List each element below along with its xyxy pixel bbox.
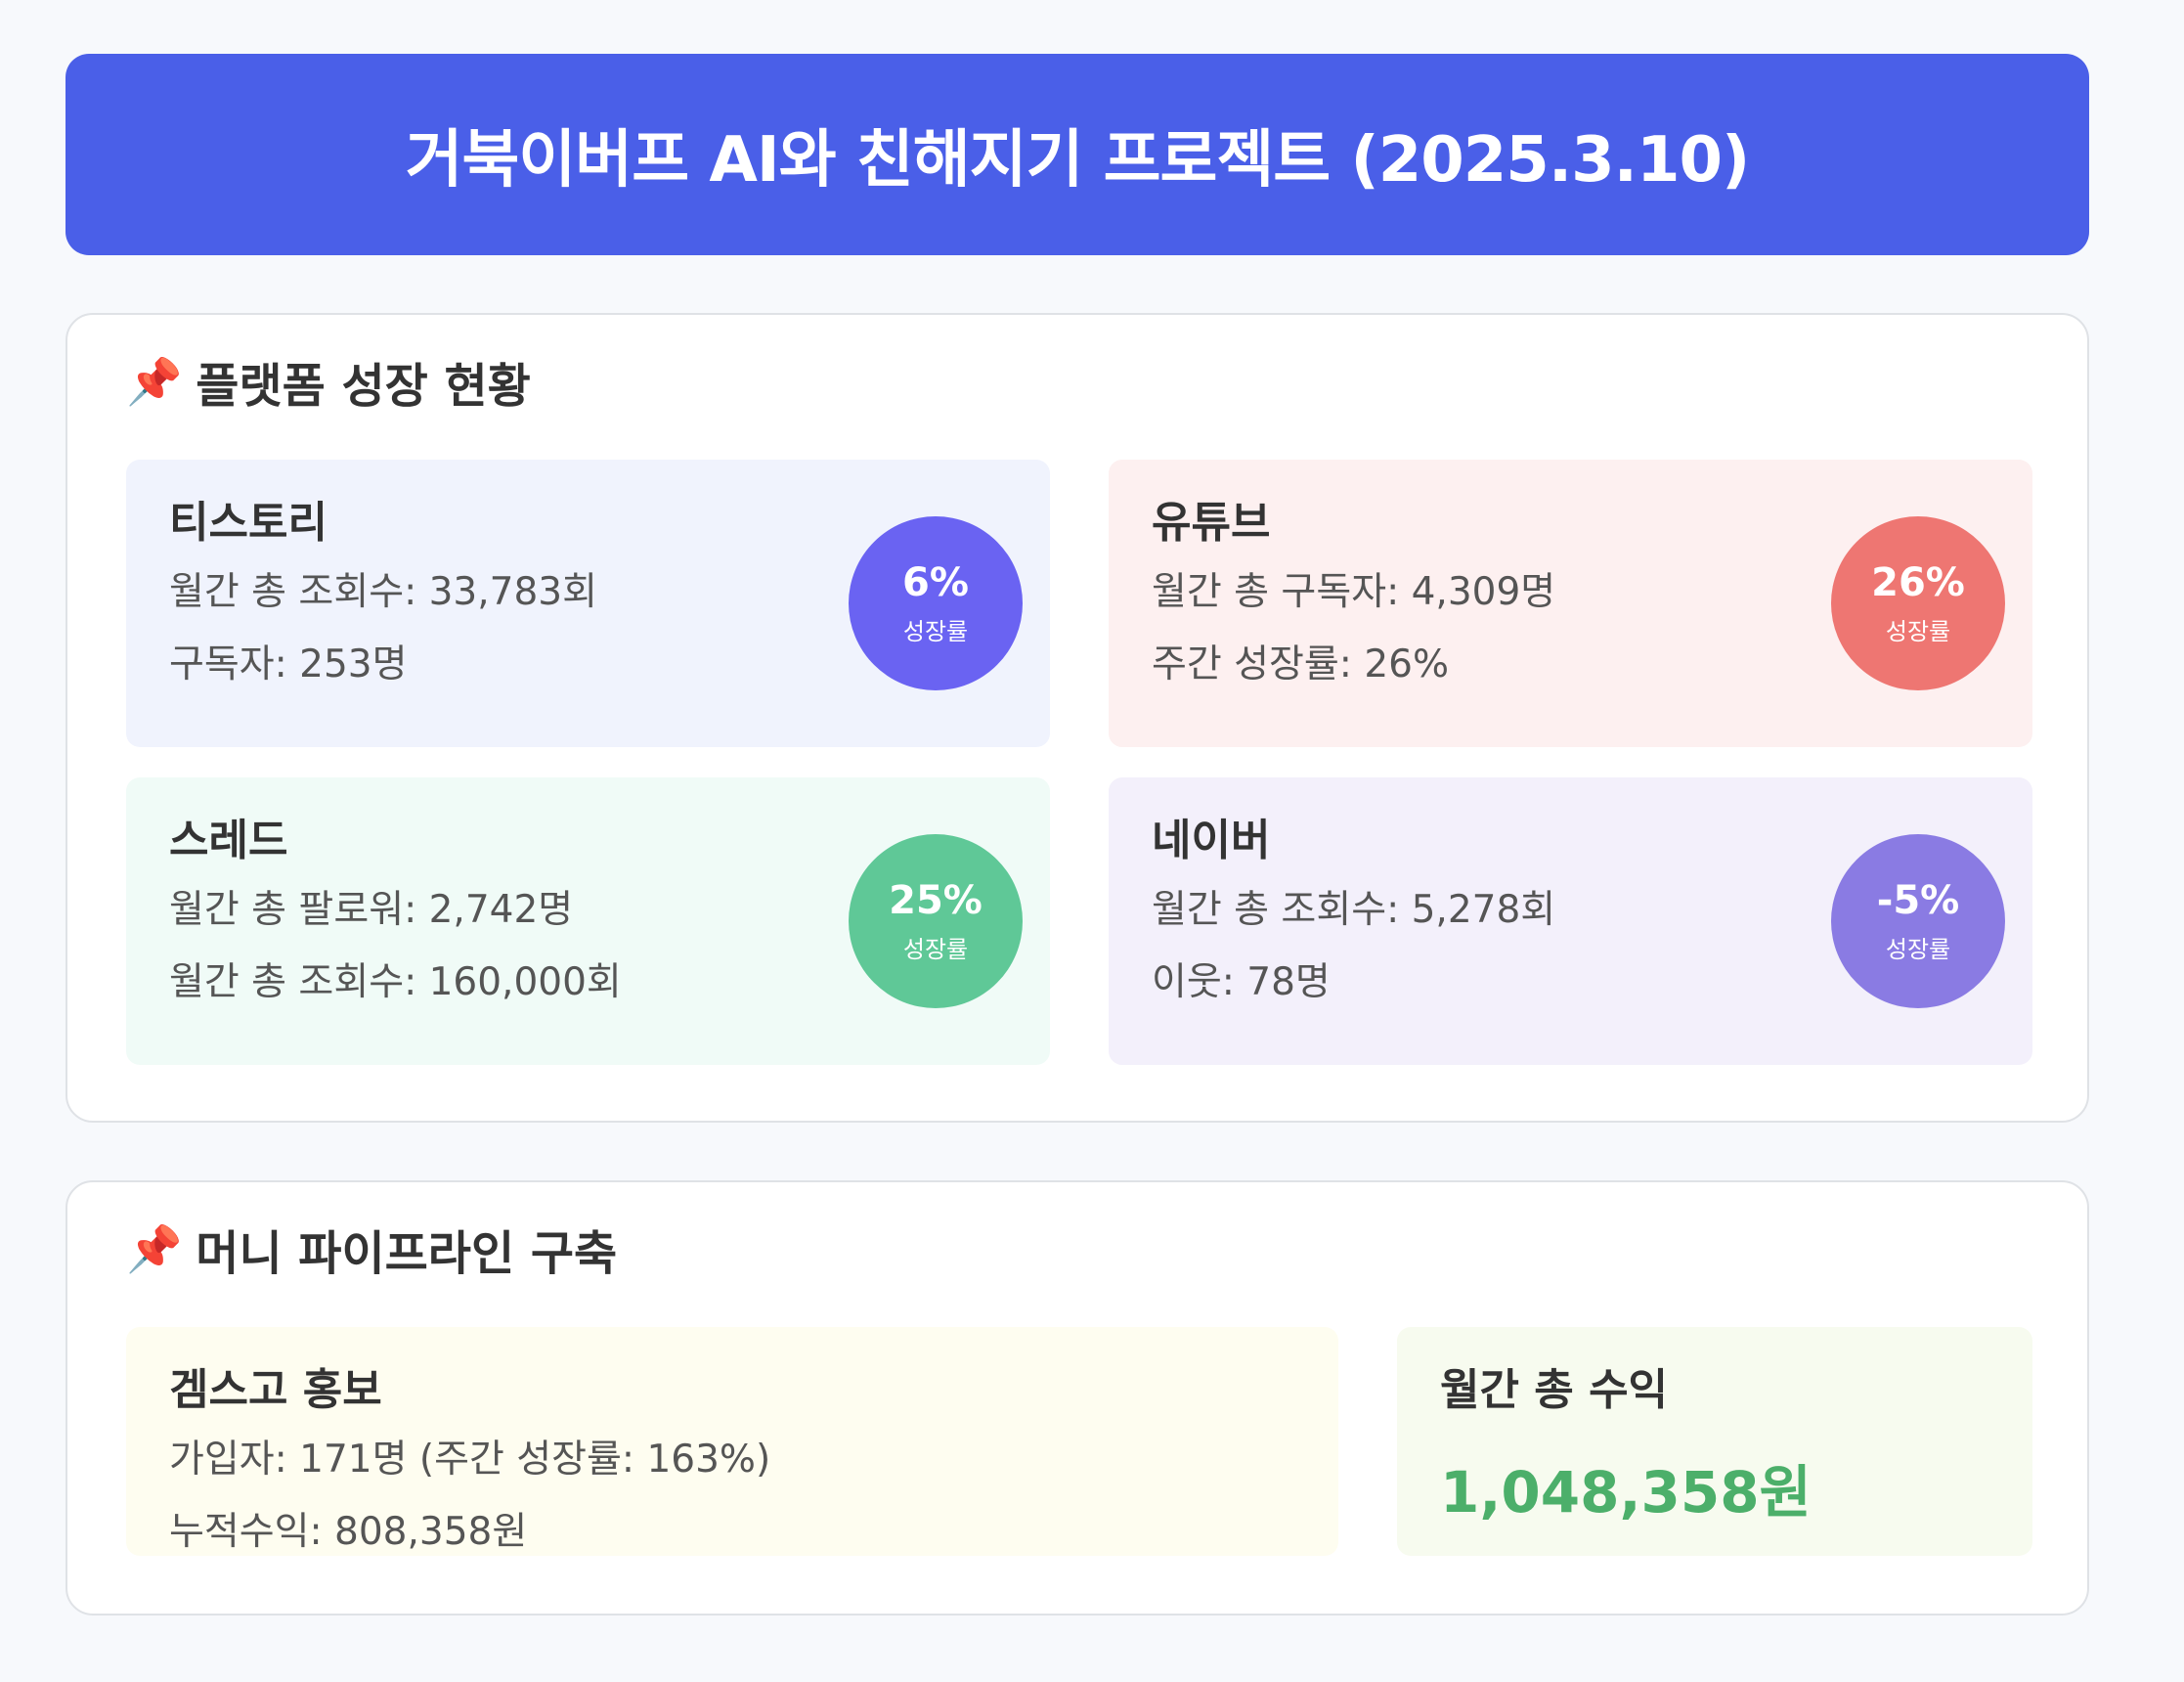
growth-rate-label: 성장률 [1885,617,1951,645]
pushpin-icon: 📌 [126,355,183,408]
dashboard-page: 거북이버프 AI와 친해지기 프로젝트 (2025.3.10) 📌 플랫폼 성장… [0,0,2184,1682]
monthly-revenue-card: 월간 총 수익 1,048,358원 [1397,1327,2032,1556]
card-stat: 월간 총 조회수: 33,783회 [169,570,597,614]
growth-rate-value: 6% [902,559,969,605]
card-stat: 월간 총 조회수: 5,278회 [1152,888,1556,932]
platform-growth-panel: 📌 플랫폼 성장 현황 티스토리 월간 총 조회수: 33,783회 구독자: … [66,313,2089,1123]
section-title-money: 📌 머니 파이프라인 구축 [126,1219,617,1281]
card-stat: 월간 총 조회수: 160,000회 [169,960,622,1004]
card-title: 스레드 [169,816,288,865]
card-stat: 구독자: 253명 [169,642,408,686]
platform-card-naver: 네이버 월간 총 조회수: 5,278회 이웃: 78명 -5% 성장률 [1109,777,2032,1065]
section-title-growth: 📌 플랫폼 성장 현황 [126,352,531,414]
growth-rate-badge: 6% 성장률 [849,516,1023,690]
growth-rate-label: 성장률 [1885,935,1951,963]
growth-rate-label: 성장률 [902,617,969,645]
platform-card-threads: 스레드 월간 총 팔로워: 2,742명 월간 총 조회수: 160,000회 … [126,777,1050,1065]
card-stat: 이웃: 78명 [1152,960,1331,1004]
growth-rate-label: 성장률 [902,935,969,963]
card-stat: 월간 총 구독자: 4,309명 [1152,570,1556,614]
card-stat: 월간 총 팔로워: 2,742명 [169,888,574,932]
section-title-text: 머니 파이프라인 구축 [196,1226,618,1281]
card-stat: 누적수익: 808,358원 [169,1510,528,1554]
card-title: 네이버 [1152,816,1271,865]
gemsgo-promo-card: 겜스고 홍보 가입자: 171명 (주간 성장률: 163%) 누적수익: 80… [126,1327,1338,1556]
growth-rate-value: 26% [1871,559,1965,605]
growth-rate-badge: 25% 성장률 [849,834,1023,1008]
platform-card-youtube: 유튜브 월간 총 구독자: 4,309명 주간 성장률: 26% 26% 성장률 [1109,460,2032,747]
page-title: 거북이버프 AI와 친해지기 프로젝트 (2025.3.10) [405,124,1751,197]
money-pipeline-panel: 📌 머니 파이프라인 구축 겜스고 홍보 가입자: 171명 (주간 성장률: … [66,1180,2089,1616]
header-banner: 거북이버프 AI와 친해지기 프로젝트 (2025.3.10) [66,54,2089,255]
growth-rate-badge: 26% 성장률 [1831,516,2005,690]
pushpin-icon: 📌 [126,1222,183,1275]
platform-card-tistory: 티스토리 월간 총 조회수: 33,783회 구독자: 253명 6% 성장률 [126,460,1050,747]
growth-rate-value: -5% [1876,877,1960,923]
card-stat: 주간 성장률: 26% [1152,642,1450,686]
card-stat: 가입자: 171명 (주간 성장률: 163%) [169,1438,771,1482]
growth-rate-badge: -5% 성장률 [1831,834,2005,1008]
monthly-revenue-value: 1,048,358원 [1440,1459,1812,1526]
card-title: 겜스고 홍보 [169,1365,382,1415]
growth-rate-value: 25% [889,877,983,923]
section-title-text: 플랫폼 성장 현황 [196,359,531,414]
card-title: 티스토리 [169,498,328,548]
card-title: 유튜브 [1152,498,1271,548]
card-title: 월간 총 수익 [1440,1365,1669,1415]
